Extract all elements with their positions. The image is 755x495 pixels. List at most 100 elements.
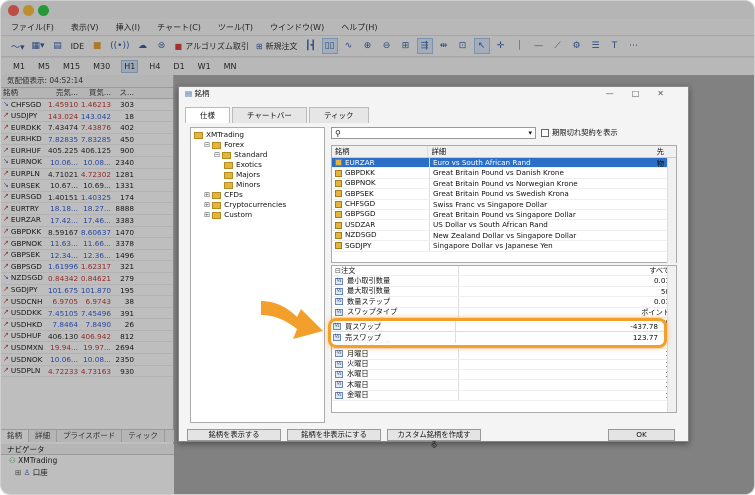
dialog-action-button[interactable]: 銘柄を非表示にする [287, 429, 381, 441]
menu-item[interactable]: チャート(C) [157, 22, 201, 33]
tree-item[interactable]: ⊞ CFDs [191, 190, 324, 200]
market-watch-row[interactable]: ↗ USDJPY 143.024 143.042 18 [1, 111, 173, 123]
symbol-row[interactable]: CHFSGD Swiss Franc vs Singapore Dollar [332, 199, 676, 210]
header-symbol[interactable]: 銘柄 [1, 88, 48, 98]
menu-item[interactable]: ツール(T) [218, 22, 253, 33]
properties-scrollbar[interactable] [667, 266, 676, 412]
tree-item[interactable]: XMTrading [191, 130, 324, 140]
market-watch-row[interactable]: ↗ USDPLN 4.72233 4.73163 930 [1, 366, 173, 378]
signal-icon[interactable]: ((•)) [108, 38, 131, 54]
tree-item[interactable]: ⊞ Custom [191, 210, 324, 220]
algo-trading-button[interactable]: ■ アルゴリズム取引 [173, 38, 251, 54]
dialog-tab[interactable]: ティック [308, 107, 369, 123]
symbol-row[interactable]: GBPSEK Great Britain Pound vs Swedish Kro… [332, 189, 676, 200]
market-watch-row[interactable]: ↗ EURZAR 17.42... 17.46... 3383 [1, 215, 173, 227]
market-watch-tab[interactable]: 詳細 [29, 430, 57, 442]
vps-icon[interactable]: ⊜ [154, 38, 170, 54]
candlestick-icon[interactable]: ▯▯ [321, 38, 338, 54]
timeframe-w1[interactable]: W1 [196, 61, 213, 72]
profile-icon[interactable]: ▤ [50, 38, 66, 54]
tree-item[interactable]: Exotics [191, 160, 324, 170]
symbol-search-input[interactable]: ⚲ ▾ [331, 127, 536, 139]
trendline-icon[interactable]: ⟋ [550, 38, 566, 54]
market-watch-row[interactable]: ↗ GBPSGD 1.61996 1.62317 321 [1, 261, 173, 273]
col-futures[interactable]: 先物 [657, 146, 676, 168]
tree-item[interactable]: Majors [191, 170, 324, 180]
symbol-row[interactable]: GBPSGD Great Britain Pound vs Singapore D… [332, 209, 676, 221]
zoom-window-button[interactable] [38, 5, 49, 16]
dialog-tab[interactable]: チャートバー [232, 107, 307, 123]
tile-windows-icon[interactable]: ⊞ [398, 38, 414, 54]
menu-item[interactable]: 挿入(I) [116, 22, 141, 33]
chevron-down-icon[interactable]: ▾ [528, 129, 532, 137]
market-watch-row[interactable]: ↗ USDNOK 10.06... 10.08... 2350 [1, 354, 173, 366]
dialog-tab[interactable]: 仕様 [185, 107, 230, 123]
vertical-line-icon[interactable]: ⏐ [512, 38, 528, 54]
expand-icon[interactable]: ⊞ [204, 190, 210, 200]
timeframe-d1[interactable]: D1 [171, 61, 186, 72]
timeframe-m30[interactable]: M30 [91, 61, 112, 72]
col-description[interactable]: 詳細 [428, 146, 656, 157]
market-watch-row[interactable]: ↗ USDMXN 19.94... 19.97... 2694 [1, 342, 173, 355]
timeframe-m1[interactable]: M1 [11, 61, 27, 72]
market-watch-row[interactable]: ↘ NZDSGD 0.84342 0.84621 279 [1, 273, 173, 285]
market-watch-row[interactable]: ↗ USDHUF 406.130 406.942 812 [1, 331, 173, 343]
menu-item[interactable]: ウインドウ(W) [270, 22, 324, 33]
symbol-table-scrollbar[interactable] [667, 158, 676, 263]
header-spread[interactable]: ス... [113, 88, 136, 98]
timeframe-m5[interactable]: M5 [36, 61, 52, 72]
market-watch-row[interactable]: ↘ EURNOK 10.06... 10.08... 2340 [1, 157, 173, 169]
ok-button[interactable]: OK [608, 429, 675, 441]
market-watch-row[interactable]: ↗ EURSGD 1.40151 1.40325 174 [1, 192, 173, 204]
new-order-button[interactable]: ⊞ 新規注文 [254, 38, 300, 54]
show-expired-checkbox[interactable]: 期限切れ契約を表示 [541, 128, 618, 138]
timeframe-mn[interactable]: MN [222, 61, 239, 72]
navigator-item-accounts[interactable]: ⊞ ♙ 口座 [1, 467, 174, 479]
tree-item[interactable]: Minors [191, 180, 324, 190]
symbol-row[interactable]: USDZAR US Dollar vs South African Rand [332, 220, 676, 231]
chart-template-icon[interactable]: ▦▾ [30, 38, 47, 54]
text-icon[interactable]: T [607, 38, 623, 54]
cloud-icon[interactable]: ☁ [135, 38, 151, 54]
shapes-icon[interactable]: ⋯ [626, 38, 642, 54]
expand-icon[interactable]: ⊟ [214, 150, 220, 160]
minimize-window-button[interactable] [23, 5, 34, 16]
market-watch-row[interactable]: ↗ EURTRY 18.18... 18.27... 8888 [1, 203, 173, 215]
zoom-out-icon[interactable]: ⊖ [379, 38, 395, 54]
symbol-row[interactable]: SGDJPY Singapore Dollar vs Japanese Yen [332, 241, 676, 252]
tree-item[interactable]: ⊟ Forex [191, 140, 324, 150]
market-watch-row[interactable]: ↗ EURDKK 7.43474 7.43876 402 [1, 122, 173, 134]
market-watch-row[interactable]: ↗ GBPNOK 11.63... 11.66... 3378 [1, 238, 173, 250]
market-watch-row[interactable]: ↗ USDHKD 7.8464 7.8490 26 [1, 319, 173, 331]
chart-shift-icon[interactable]: ⇹ [436, 38, 452, 54]
autoscroll-icon[interactable]: ⇶ [416, 38, 433, 54]
menu-item[interactable]: ファイル(F) [11, 22, 54, 33]
line-chart-icon[interactable]: ∿ [341, 38, 357, 54]
menu-item[interactable]: ヘルプ(H) [341, 22, 377, 33]
navigator-item-broker[interactable]: ⚇ XMTrading [1, 455, 174, 467]
menu-item[interactable]: 表示(V) [71, 22, 99, 33]
expand-icon[interactable]: ⊟ [204, 140, 210, 150]
chart-type-icon[interactable]: 〜▾ [9, 38, 27, 54]
expand-icon[interactable]: ⊞ [204, 210, 210, 220]
dialog-action-button[interactable]: カスタム銘柄を作成する [387, 429, 481, 449]
timeframe-h4[interactable]: H4 [147, 61, 162, 72]
market-watch-row[interactable]: ↘ EURSEK 10.67... 10.69... 1331 [1, 180, 173, 192]
cursor-icon[interactable]: ↖ [473, 38, 490, 54]
market-watch-row[interactable]: ↗ EURHKD 7.82835 7.83285 450 [1, 134, 173, 146]
symbol-row[interactable]: GBPDKK Great Britain Pound vs Danish Kron… [332, 168, 676, 179]
header-ask[interactable]: 買気... [80, 88, 113, 98]
dialog-action-button[interactable]: 銘柄を表示する [187, 429, 281, 441]
market-watch-row[interactable]: ↘ CHFSGD 1.45910 1.46213 303 [1, 99, 173, 111]
dialog-window-controls[interactable]: —□✕ [606, 87, 682, 101]
crosshair-icon[interactable]: ✛ [493, 38, 509, 54]
market-watch-row[interactable]: ↗ EURPLN 4.71021 4.72302 1281 [1, 169, 173, 181]
horizontal-line-icon[interactable]: — [531, 38, 547, 54]
tools-icon[interactable]: ⚙ [569, 38, 585, 54]
timeframe-m15[interactable]: M15 [61, 61, 82, 72]
symbol-row[interactable]: GBPNOK Great Britain Pound vs Norwegian K… [332, 178, 676, 190]
market-watch-row[interactable]: ↗ GBPDKK 8.59167 8.60637 1470 [1, 227, 173, 239]
market-watch-row[interactable]: ↗ USDDKK 7.45105 7.45496 391 [1, 308, 173, 320]
header-bid[interactable]: 売気... [48, 88, 80, 98]
bar-chart-icon[interactable]: ┃┫ [303, 38, 319, 54]
